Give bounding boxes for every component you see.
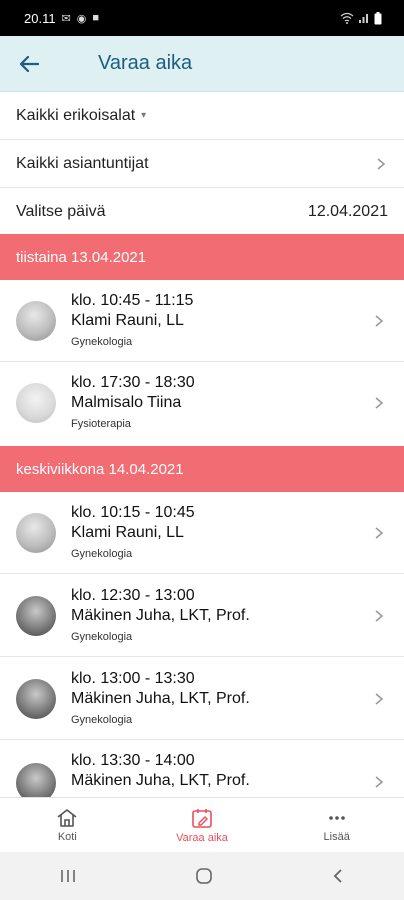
specialty: Gynekologia — [71, 335, 133, 348]
nav-book-appointment[interactable]: Varaa aika — [135, 798, 270, 852]
mail-icon: ✉ — [61, 12, 71, 25]
appointment-slot[interactable]: klo. 13:00 - 13:30 Mäkinen Juha, LKT, Pr… — [0, 658, 404, 740]
expert-label: Kaikki asiantuntijat — [16, 154, 149, 172]
chevron-right-icon — [375, 314, 384, 327]
expert-name: Mäkinen Juha, LKT, Prof. — [71, 689, 250, 707]
calendar-edit-icon — [192, 808, 212, 828]
date-value: 12.04.2021 — [307, 203, 388, 220]
battery-icon — [374, 11, 382, 24]
expert-name: Mäkinen Juha, LKT, Prof. — [71, 606, 250, 624]
appointment-slot[interactable]: klo. 12:30 - 13:00 Mäkinen Juha, LKT, Pr… — [0, 575, 404, 657]
chevron-right-icon — [377, 157, 386, 170]
specialty: Fysioterapia — [71, 418, 131, 430]
slot-time: klo. 13:00 - 13:30 — [71, 669, 195, 687]
day-header: keskiviikkona 14.04.2021 — [0, 446, 404, 492]
specialty: Gynekologia — [71, 630, 133, 643]
appointment-slot[interactable]: klo. 13:30 - 14:00 Mäkinen Juha, LKT, Pr… — [0, 741, 404, 797]
nav-label: Lisää — [323, 830, 350, 843]
status-bar: 20.11 ✉ ◉ ■ — [0, 0, 404, 36]
home-icon — [57, 808, 77, 827]
expert-name: Malmisalo Tiina — [71, 394, 182, 411]
page-title: Varaa aika — [98, 52, 193, 74]
avatar — [16, 763, 56, 797]
signal-icon — [359, 14, 368, 23]
nav-home[interactable]: Koti — [0, 798, 135, 852]
avatar — [16, 678, 56, 719]
back-button[interactable] — [0, 36, 58, 92]
chevron-right-icon — [375, 526, 384, 539]
chevron-right-icon — [375, 776, 384, 788]
more-icon — [328, 815, 345, 820]
slot-time: klo. 10:45 - 11:15 — [71, 291, 194, 309]
date-selector[interactable]: Valitse päivä 12.04.2021 — [0, 188, 404, 236]
expert-name: Klami Rauni, LL — [71, 311, 184, 329]
nav-more[interactable]: Lisää — [269, 798, 404, 852]
avatar — [16, 383, 56, 423]
day-title: tiistaina 13.04.2021 — [16, 248, 147, 266]
app-icon: ◉ — [76, 12, 87, 25]
app-header: Varaa aika — [0, 36, 404, 92]
slot-time: klo. 17:30 - 18:30 — [71, 374, 195, 391]
avatar — [16, 300, 56, 341]
expert-name: Mäkinen Juha, LKT, Prof. — [71, 772, 250, 789]
home-circle-icon[interactable] — [194, 866, 214, 886]
day-header: tiistaina 13.04.2021 — [0, 234, 404, 280]
nav-label: Koti — [57, 830, 77, 843]
recent-apps-icon[interactable] — [58, 868, 78, 884]
specialty: Gynekologia — [71, 713, 133, 726]
appointment-slot[interactable]: klo. 10:45 - 11:15 Klami Rauni, LL Gynek… — [0, 280, 404, 362]
appointment-slot[interactable]: klo. 17:30 - 18:30 Malmisalo Tiina Fysio… — [0, 362, 404, 444]
day-title: keskiviikkona 14.04.2021 — [16, 460, 184, 478]
avatar — [16, 512, 56, 553]
back-chevron-icon[interactable] — [330, 867, 346, 885]
arrow-left-icon — [19, 55, 39, 72]
caret-down-icon: ▾ — [141, 110, 147, 121]
system-navigation — [0, 852, 404, 900]
expert-selector[interactable]: Kaikki asiantuntijat — [0, 140, 404, 188]
slot-time: klo. 10:15 - 10:45 — [71, 503, 195, 521]
appointment-slot[interactable]: klo. 10:15 - 10:45 Klami Rauni, LL Gynek… — [0, 492, 404, 574]
specialty-label: Kaikki erikoisalat — [16, 106, 136, 124]
nav-label: Varaa aika — [176, 831, 228, 844]
slot-time: klo. 12:30 - 13:00 — [71, 586, 195, 604]
chevron-right-icon — [375, 609, 384, 622]
status-time: 20.11 — [24, 10, 56, 26]
bottom-navigation: Koti Varaa aika Lisää — [0, 797, 404, 852]
app-icon-2: ■ — [92, 12, 100, 24]
specialty-dropdown[interactable]: Kaikki erikoisalat ▾ — [0, 92, 404, 140]
avatar — [16, 595, 56, 636]
specialty: Gynekologia — [71, 547, 133, 560]
chevron-right-icon — [375, 397, 384, 409]
slot-time: klo. 13:30 - 14:00 — [71, 752, 195, 769]
wifi-icon — [340, 12, 354, 24]
chevron-right-icon — [375, 692, 384, 705]
expert-name: Klami Rauni, LL — [71, 523, 184, 541]
date-label: Valitse päivä — [16, 203, 106, 220]
